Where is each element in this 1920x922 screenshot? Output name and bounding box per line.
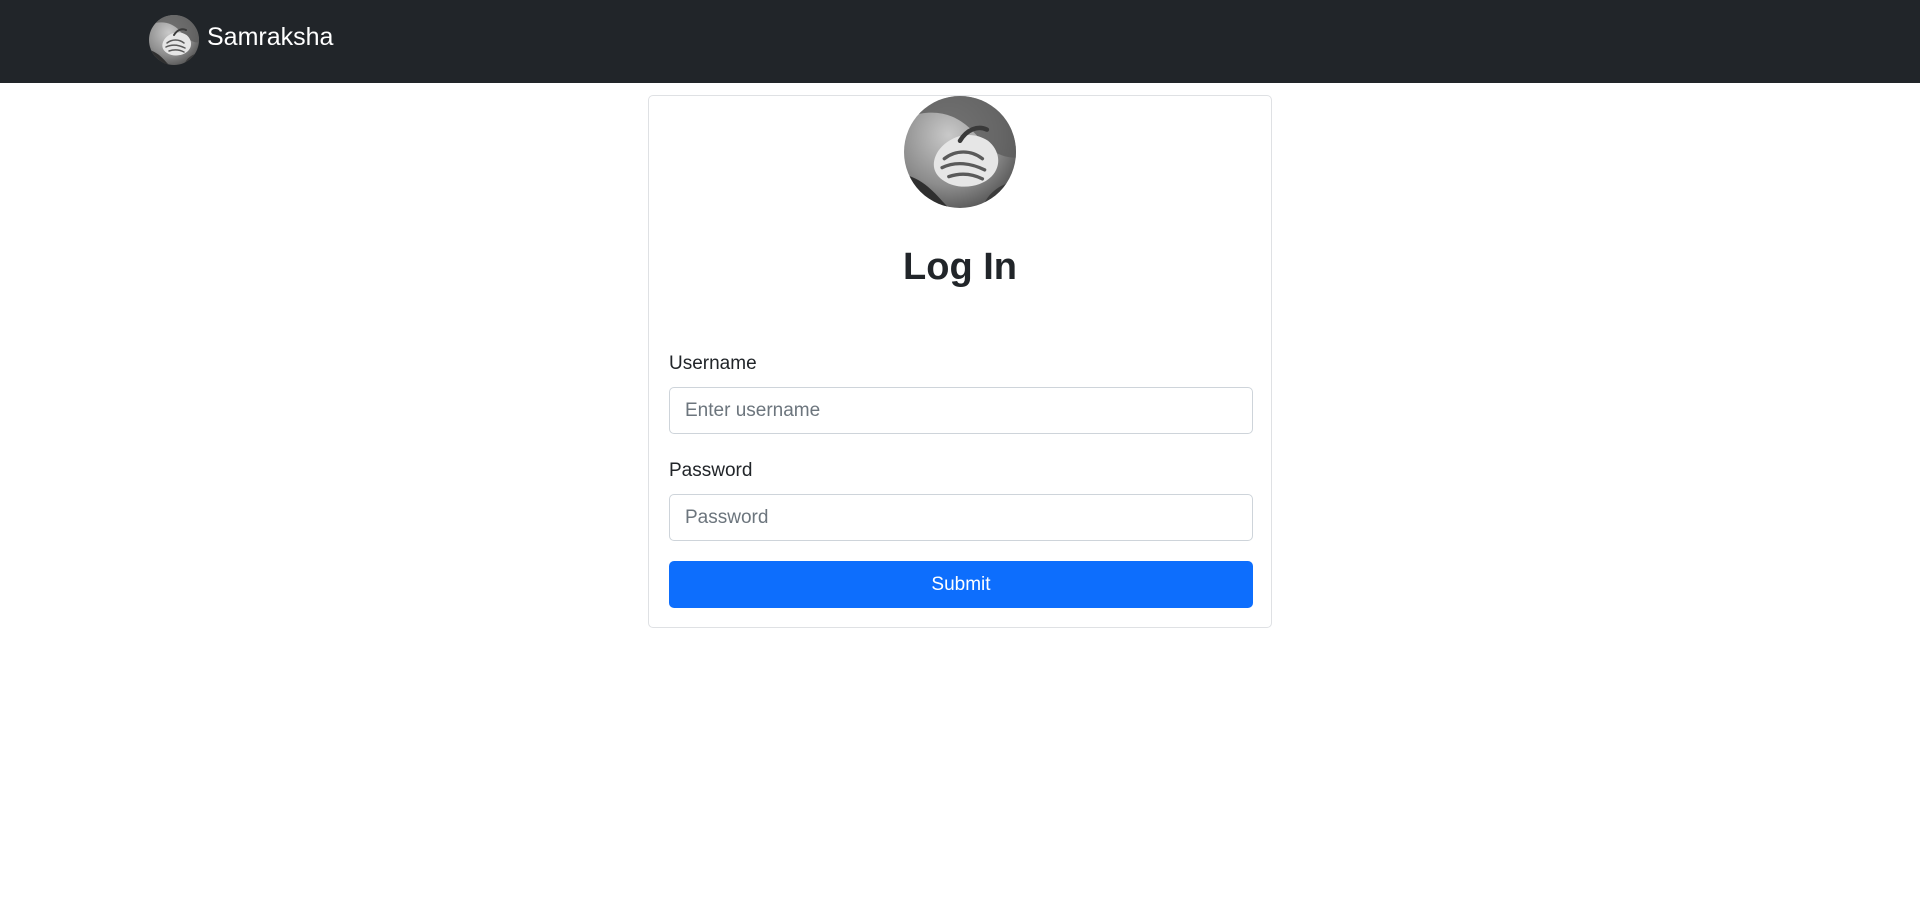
top-navbar: Samraksha [0, 0, 1920, 83]
username-input[interactable] [669, 387, 1253, 434]
password-input[interactable] [669, 494, 1253, 541]
page-title: Log In [903, 246, 1017, 288]
password-label: Password [669, 460, 753, 481]
login-card: Log In Username Password Submit [648, 95, 1272, 628]
username-label: Username [669, 353, 757, 374]
holding-hands-avatar-icon [904, 96, 1016, 208]
brand-link[interactable]: Samraksha [149, 15, 333, 65]
brand-name: Samraksha [207, 23, 334, 51]
holding-hands-logo-icon [149, 15, 199, 65]
submit-button[interactable]: Submit [669, 561, 1253, 608]
